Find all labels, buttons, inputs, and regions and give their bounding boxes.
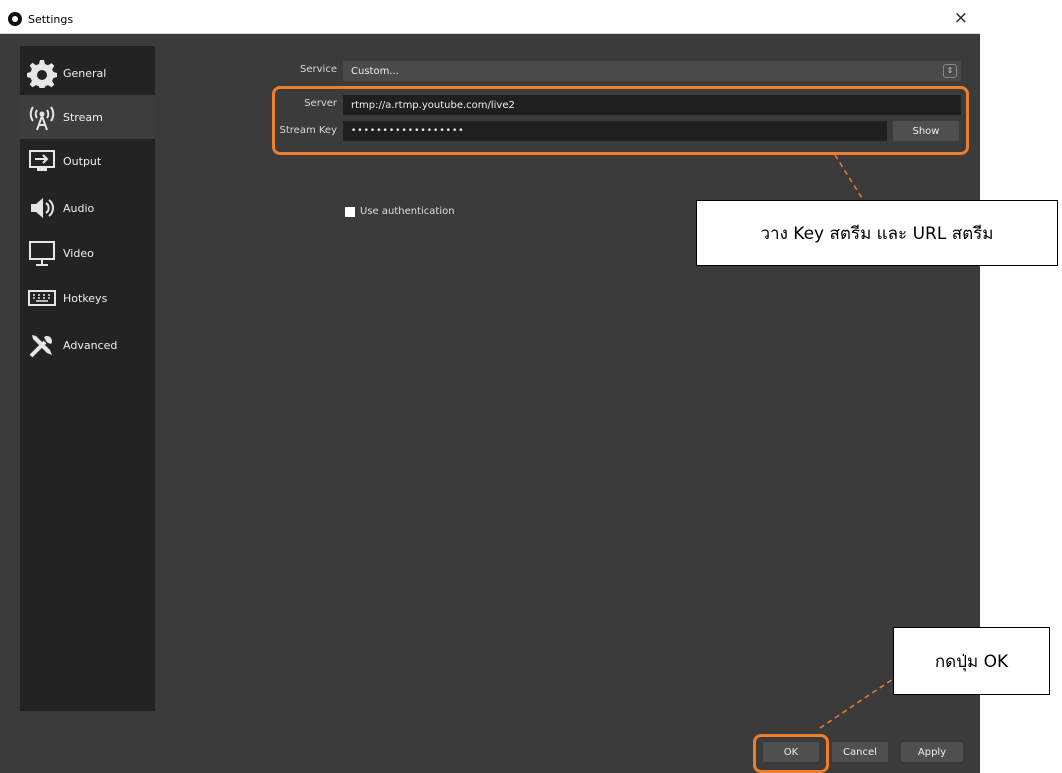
stream-key-callout: วาง Key สตรีม และ URL สตรีม <box>696 200 1058 266</box>
ok-callout: กดปุ่ม OK <box>893 627 1050 695</box>
